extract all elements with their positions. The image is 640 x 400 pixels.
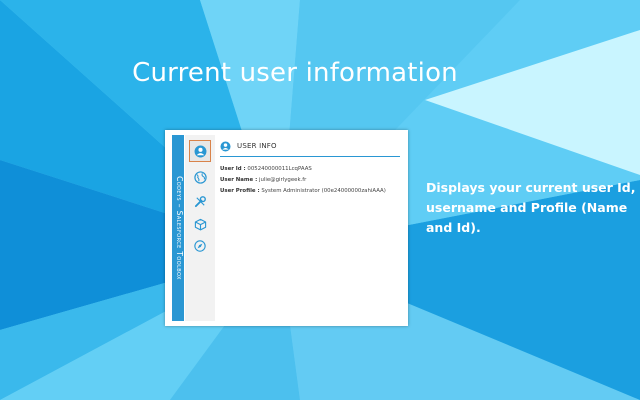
user-profile-value: System Administrator (00e24000000zahiAAA…: [261, 188, 386, 194]
side-tab[interactable]: Codeys – Salesforce Toolbox: [172, 135, 184, 321]
globe-button[interactable]: [189, 166, 211, 188]
compass-button[interactable]: [189, 235, 211, 257]
field-label: User Profile :: [220, 188, 260, 194]
user-profile-row: User Profile : System Administrator (00e…: [220, 186, 400, 197]
user-info-rows: User Id : 005240000011LcqPAAS User Name …: [220, 164, 400, 197]
user-id-value: 005240000011LcqPAAS: [247, 166, 312, 172]
user-id-row: User Id : 005240000011LcqPAAS: [220, 164, 400, 175]
side-tab-label: Codeys – Salesforce Toolbox: [175, 176, 184, 280]
user-name-row: User Name : julie@girlygeek.fr: [220, 175, 400, 186]
cube-button[interactable]: [189, 213, 211, 235]
icon-column: [185, 135, 215, 321]
user-info-button[interactable]: [189, 140, 211, 162]
tools-button[interactable]: [189, 190, 211, 212]
user-info-section: USER INFO User Id : 005240000011LcqPAAS …: [220, 140, 400, 197]
extension-popup: Codeys – Salesforce Toolbox USER INFO Us…: [165, 130, 408, 326]
feature-description: Displays your current user Id, username …: [426, 180, 636, 235]
compass-icon: [194, 240, 206, 252]
cube-icon: [194, 218, 206, 230]
tools-icon: [194, 195, 206, 207]
field-label: User Name :: [220, 177, 258, 183]
page-headline: Current user information: [132, 58, 458, 88]
user-info-header: USER INFO: [220, 140, 400, 157]
globe-icon: [193, 170, 207, 184]
user-icon: [194, 145, 206, 157]
user-icon: [220, 141, 231, 152]
user-name-value: julie@girlygeek.fr: [258, 177, 307, 183]
field-label: User Id :: [220, 166, 246, 172]
section-title: USER INFO: [237, 142, 277, 150]
